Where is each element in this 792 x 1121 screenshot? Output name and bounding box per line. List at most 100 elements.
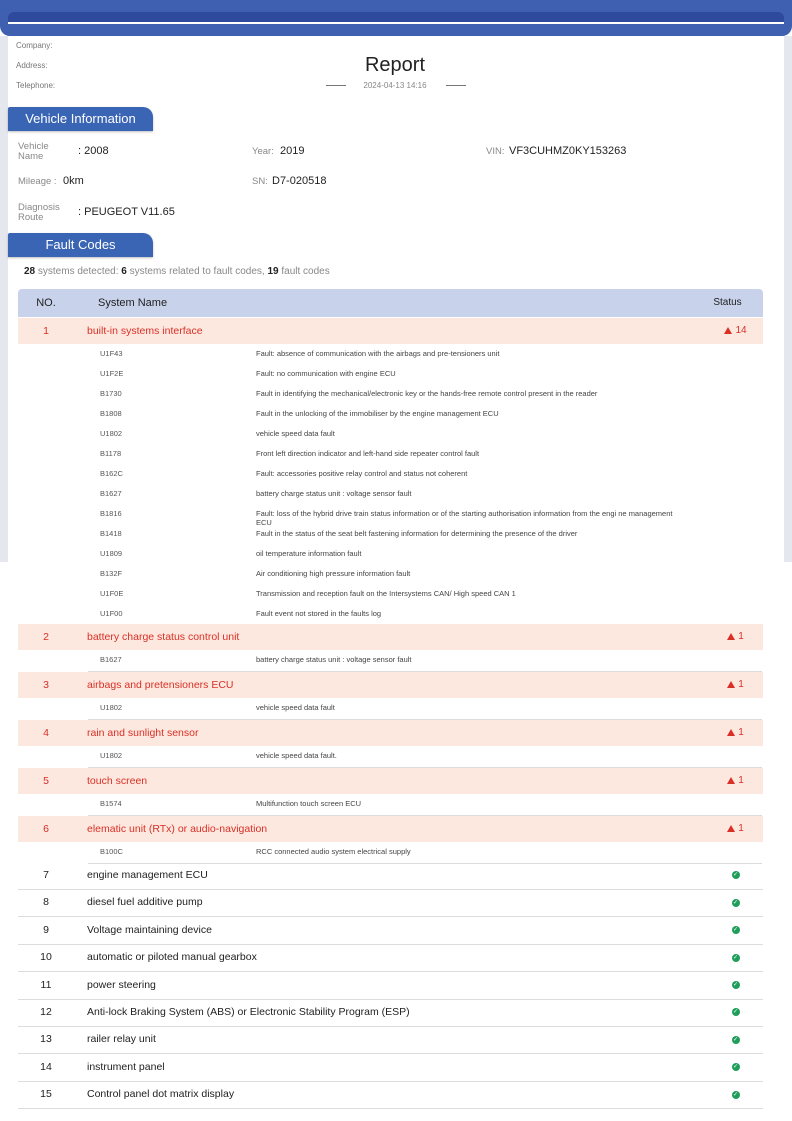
mileage-value: 0km [63, 175, 84, 187]
fault-description: Fault in the status of the seat belt fas… [256, 529, 578, 538]
fault-description: Fault: absence of communication with the… [256, 349, 500, 358]
row-no: 3 [43, 679, 49, 691]
year-label: Year: [252, 146, 274, 157]
check-ok-icon: ✓ [731, 926, 740, 935]
fault-code: U1802 [100, 703, 123, 712]
fault-count: 1 [738, 631, 744, 642]
fault-system-row[interactable]: 1 built-in systems interface 14 [18, 318, 763, 344]
system-row[interactable]: 9 Voltage maintaining device ✓ [18, 917, 763, 945]
company-label: Company: [16, 41, 53, 50]
row-status: 1 [708, 720, 763, 746]
fault-code: U1F2E [100, 369, 124, 378]
row-status: 1 [708, 768, 763, 794]
row-no: 1 [43, 325, 49, 337]
route-label-2: Route [18, 212, 44, 223]
fault-description: Fault in the unlocking of the immobilise… [256, 409, 499, 418]
fault-description: Multifunction touch screen ECU [256, 799, 362, 808]
row-status: ✓ [708, 1081, 763, 1108]
row-no: 13 [40, 1033, 52, 1046]
vehicle-name-label-1: Vehicle [18, 141, 49, 152]
date-dash-right [446, 85, 466, 86]
col-status: Status [713, 297, 742, 308]
fault-system-row[interactable]: 6 elematic unit (RTx) or audio-navigation… [18, 816, 763, 842]
warning-icon [727, 776, 736, 784]
fault-description: oil temperature information fault [256, 549, 362, 558]
top-banner [0, 0, 792, 36]
system-row[interactable]: 15 Control panel dot matrix display ✓ [18, 1081, 763, 1110]
address-label: Address: [16, 61, 48, 70]
system-row[interactable]: 12 Anti-lock Braking System (ABS) or Elec… [18, 999, 763, 1027]
row-system-name: Anti-lock Braking System (ABS) or Electr… [87, 1006, 410, 1018]
row-system-name: engine management ECU [87, 869, 208, 881]
route-value: : PEUGEOT V11.65 [78, 206, 175, 218]
row-no: 6 [43, 823, 49, 835]
fault-code: B1418 [100, 529, 122, 538]
system-row[interactable]: 8 diesel fuel additive pump ✓ [18, 889, 763, 918]
system-row[interactable]: 14 instrument panel ✓ [18, 1054, 763, 1082]
warning-icon [727, 632, 736, 640]
section-fault-codes: Fault Codes [8, 233, 153, 257]
fault-description: Fault: no communication with engine ECU [256, 369, 396, 378]
system-row[interactable]: 7 engine management ECU ✓ [18, 862, 763, 890]
fault-description: Fault: accessories positive relay contro… [256, 469, 468, 478]
fault-code: B162C [100, 469, 123, 478]
row-system-name: instrument panel [87, 1060, 165, 1073]
vin-label: VIN: [486, 146, 505, 157]
system-row[interactable]: 10 automatic or piloted manual gearbox ✓ [18, 944, 763, 973]
fault-code: U1802 [100, 429, 123, 438]
fault-description: Front left direction indicator and left-… [256, 449, 480, 458]
row-system-name: built-in systems interface [87, 325, 203, 337]
fault-code: B1627 [100, 655, 122, 664]
section-vehicle-information: Vehicle Information [8, 107, 153, 131]
row-status: ✓ [708, 944, 763, 971]
fault-description: vehicle speed data fault [256, 429, 335, 438]
row-system-name: Control panel dot matrix display [87, 1088, 235, 1101]
fault-code: B1816 [100, 509, 122, 518]
check-ok-icon: ✓ [731, 1035, 740, 1044]
fault-system-row[interactable]: 5 touch screen 1 [18, 768, 763, 794]
fault-code: U1F00 [100, 609, 123, 618]
col-no: NO. [36, 297, 56, 309]
fault-system-row[interactable]: 4 rain and sunlight sensor 1 [18, 720, 763, 746]
report-date: 2024-04-13 14:16 [363, 81, 427, 90]
fault-description: RCC connected audio system electrical su… [256, 847, 411, 856]
page-margin-left [0, 36, 8, 562]
row-system-name: elematic unit (RTx) or audio-navigation [87, 823, 268, 835]
row-system-name: railer relay unit [87, 1033, 156, 1046]
row-status: ✓ [708, 862, 763, 889]
row-system-name: rain and sunlight sensor [87, 727, 199, 739]
check-ok-icon: ✓ [731, 871, 740, 880]
row-status: ✓ [708, 1054, 763, 1081]
row-status: 14 [708, 318, 763, 344]
fault-code: B1730 [100, 389, 122, 398]
page-margin-right [784, 36, 792, 562]
row-status: 1 [708, 816, 763, 842]
system-row[interactable]: 13 railer relay unit ✓ [18, 1026, 763, 1055]
row-no: 11 [40, 978, 52, 991]
fault-code: B1574 [100, 799, 122, 808]
row-system-name: automatic or piloted manual gearbox [87, 951, 257, 964]
year-value: 2019 [280, 145, 305, 157]
fault-system-row[interactable]: 2 battery charge status control unit 1 [18, 624, 763, 650]
fault-code: U1802 [100, 751, 123, 760]
row-system-name: power steering [87, 978, 156, 991]
vin-value: VF3CUHMZ0KY153263 [509, 145, 627, 157]
fault-code: B1178 [100, 449, 122, 458]
system-row[interactable]: 11 power steering ✓ [18, 972, 763, 1000]
warning-icon [727, 824, 736, 832]
fault-description: Air conditioning high pressure informati… [256, 569, 411, 578]
route-label-1: Diagnosis [18, 202, 60, 213]
table-header: NO. System Name Status [18, 289, 763, 317]
row-no: 9 [43, 923, 49, 936]
fault-description: Fault in identifying the mechanical/elec… [256, 389, 598, 398]
row-status: ✓ [708, 889, 763, 916]
fault-description: Fault: loss of the hybrid drive train st… [256, 509, 673, 527]
vehicle-name-label-2: Name [18, 151, 44, 162]
check-ok-icon: ✓ [731, 1008, 740, 1017]
fault-system-row[interactable]: 3 airbags and pretensioners ECU 1 [18, 672, 763, 698]
check-ok-icon: ✓ [731, 898, 740, 907]
row-no: 7 [43, 869, 49, 881]
row-status: ✓ [708, 917, 763, 944]
fault-description: battery charge status unit : voltage sen… [256, 655, 412, 664]
telephone-label: Telephone: [16, 81, 56, 90]
